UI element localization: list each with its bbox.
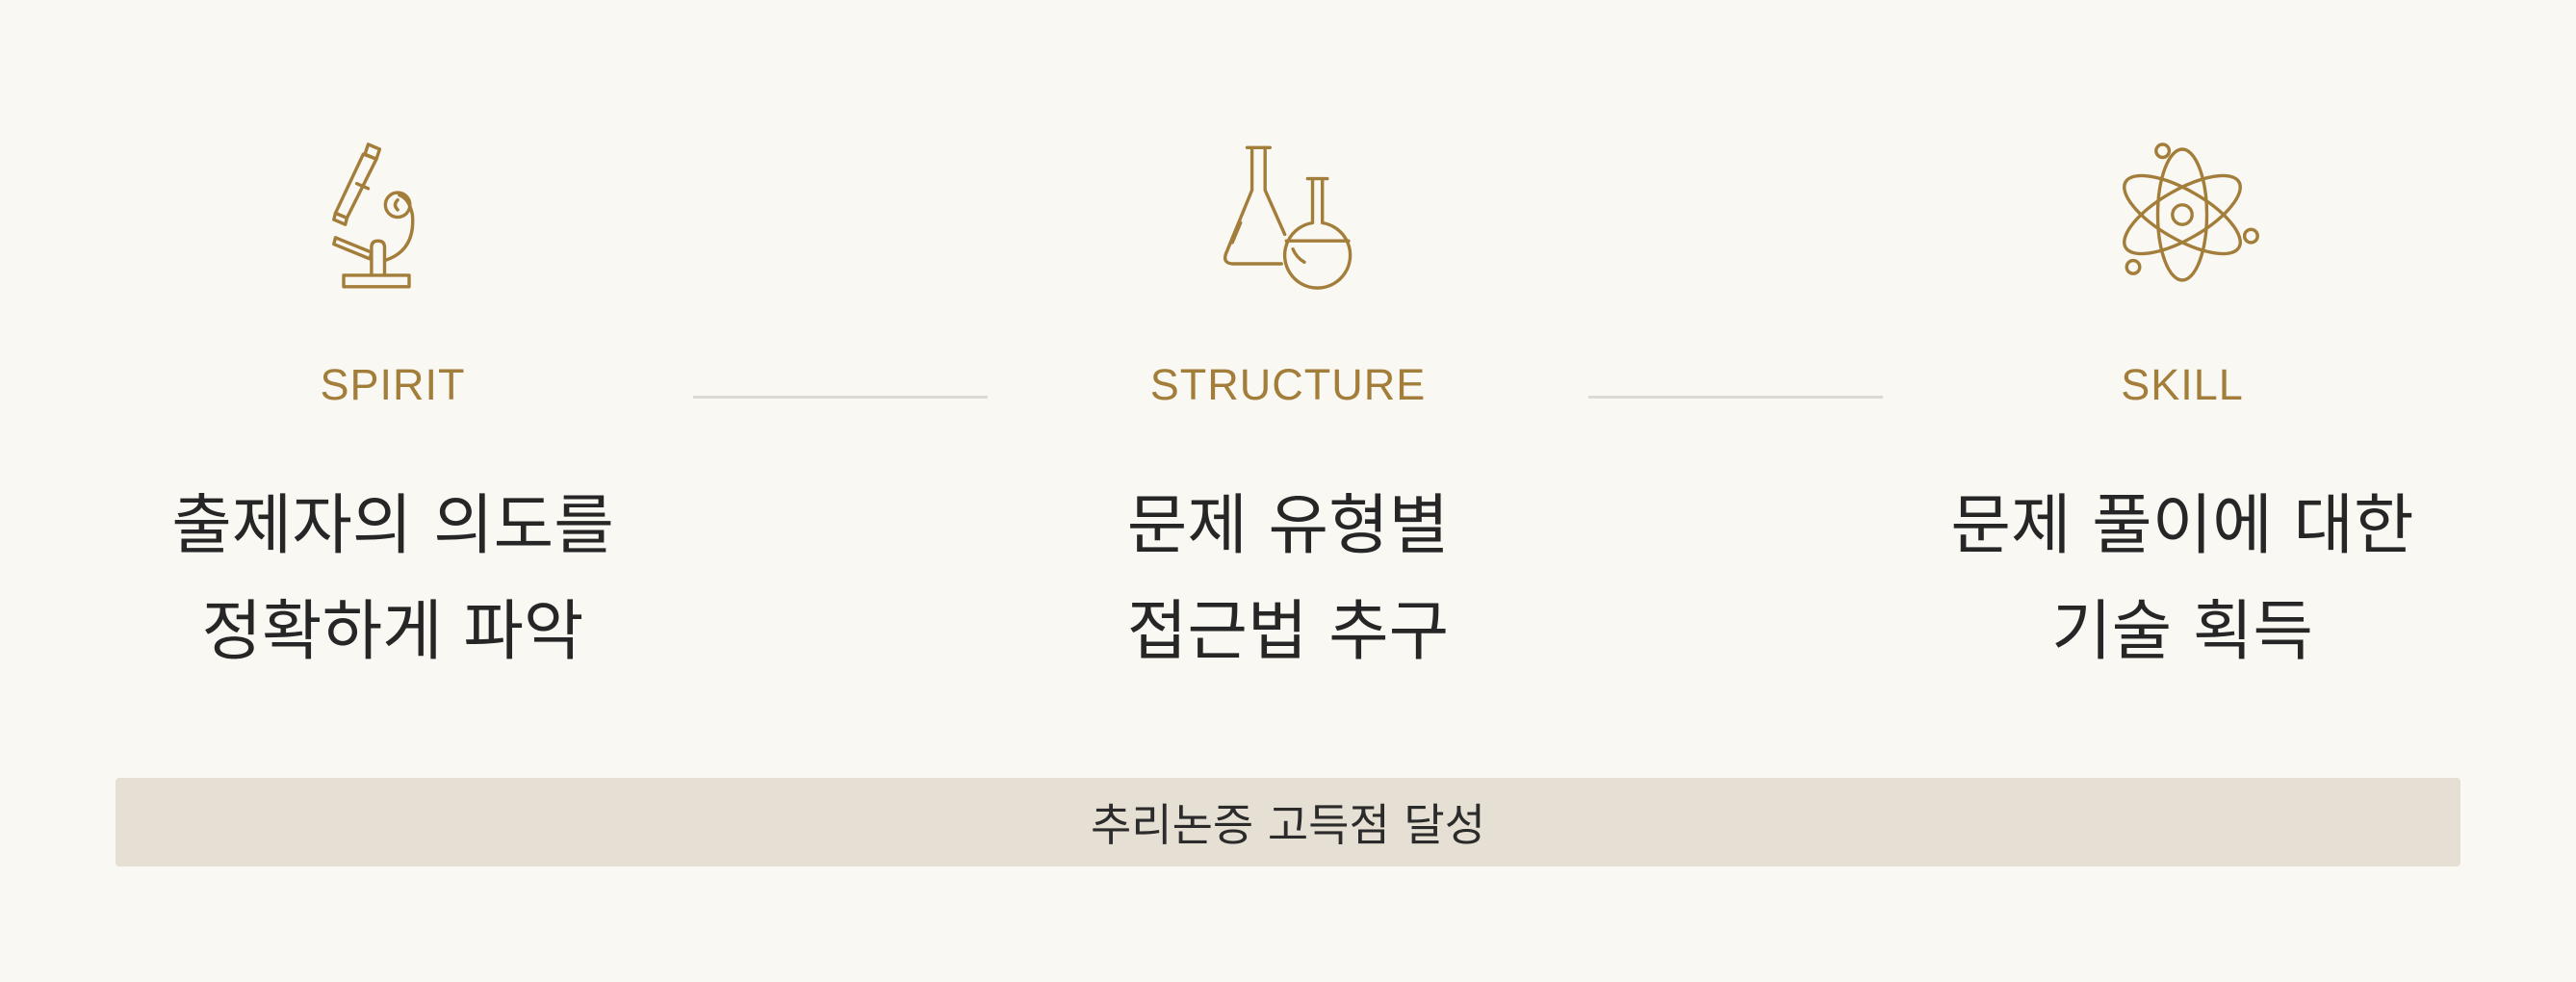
- flasks-icon: [1206, 133, 1370, 297]
- pillar-label: SPIRIT: [320, 360, 466, 409]
- pillar-description: 출제자의 의도를 정확하게 파악: [85, 474, 701, 685]
- pillar-description-line: 문제 유형별: [1126, 488, 1450, 564]
- pillar-description-line: 정확하게 파악: [201, 594, 584, 670]
- pillar-description-line: 문제 풀이에 대한: [1950, 488, 2414, 564]
- pillar-description-line: 기술 획득: [2051, 594, 2313, 670]
- pillar-description: 문제 풀이에 대한 기술 획득: [1874, 474, 2490, 685]
- pillar-description-line: 출제자의 의도를: [171, 488, 614, 564]
- pillar-spirit: SPIRIT 출제자의 의도를 정확하게 파악: [85, 0, 701, 693]
- pillar-structure: STRUCTURE 문제 유형별 접근법 추구: [980, 0, 1596, 693]
- pillar-label: STRUCTURE: [1149, 360, 1427, 409]
- pillar-skill: SKILL 문제 풀이에 대한 기술 획득: [1874, 0, 2490, 693]
- summary-text: 추리논증 고득점 달성: [1090, 799, 1486, 851]
- atom-icon: [2100, 133, 2264, 297]
- connector-line: [693, 396, 988, 399]
- microscope-icon: [311, 133, 475, 297]
- pillar-description: 문제 유형별 접근법 추구: [980, 474, 1596, 685]
- pillar-description-line: 접근법 추구: [1126, 594, 1450, 670]
- connector-line: [1588, 396, 1883, 399]
- pillar-label: SKILL: [2121, 360, 2244, 409]
- summary-banner: 추리논증 고득점 달성: [116, 778, 2460, 866]
